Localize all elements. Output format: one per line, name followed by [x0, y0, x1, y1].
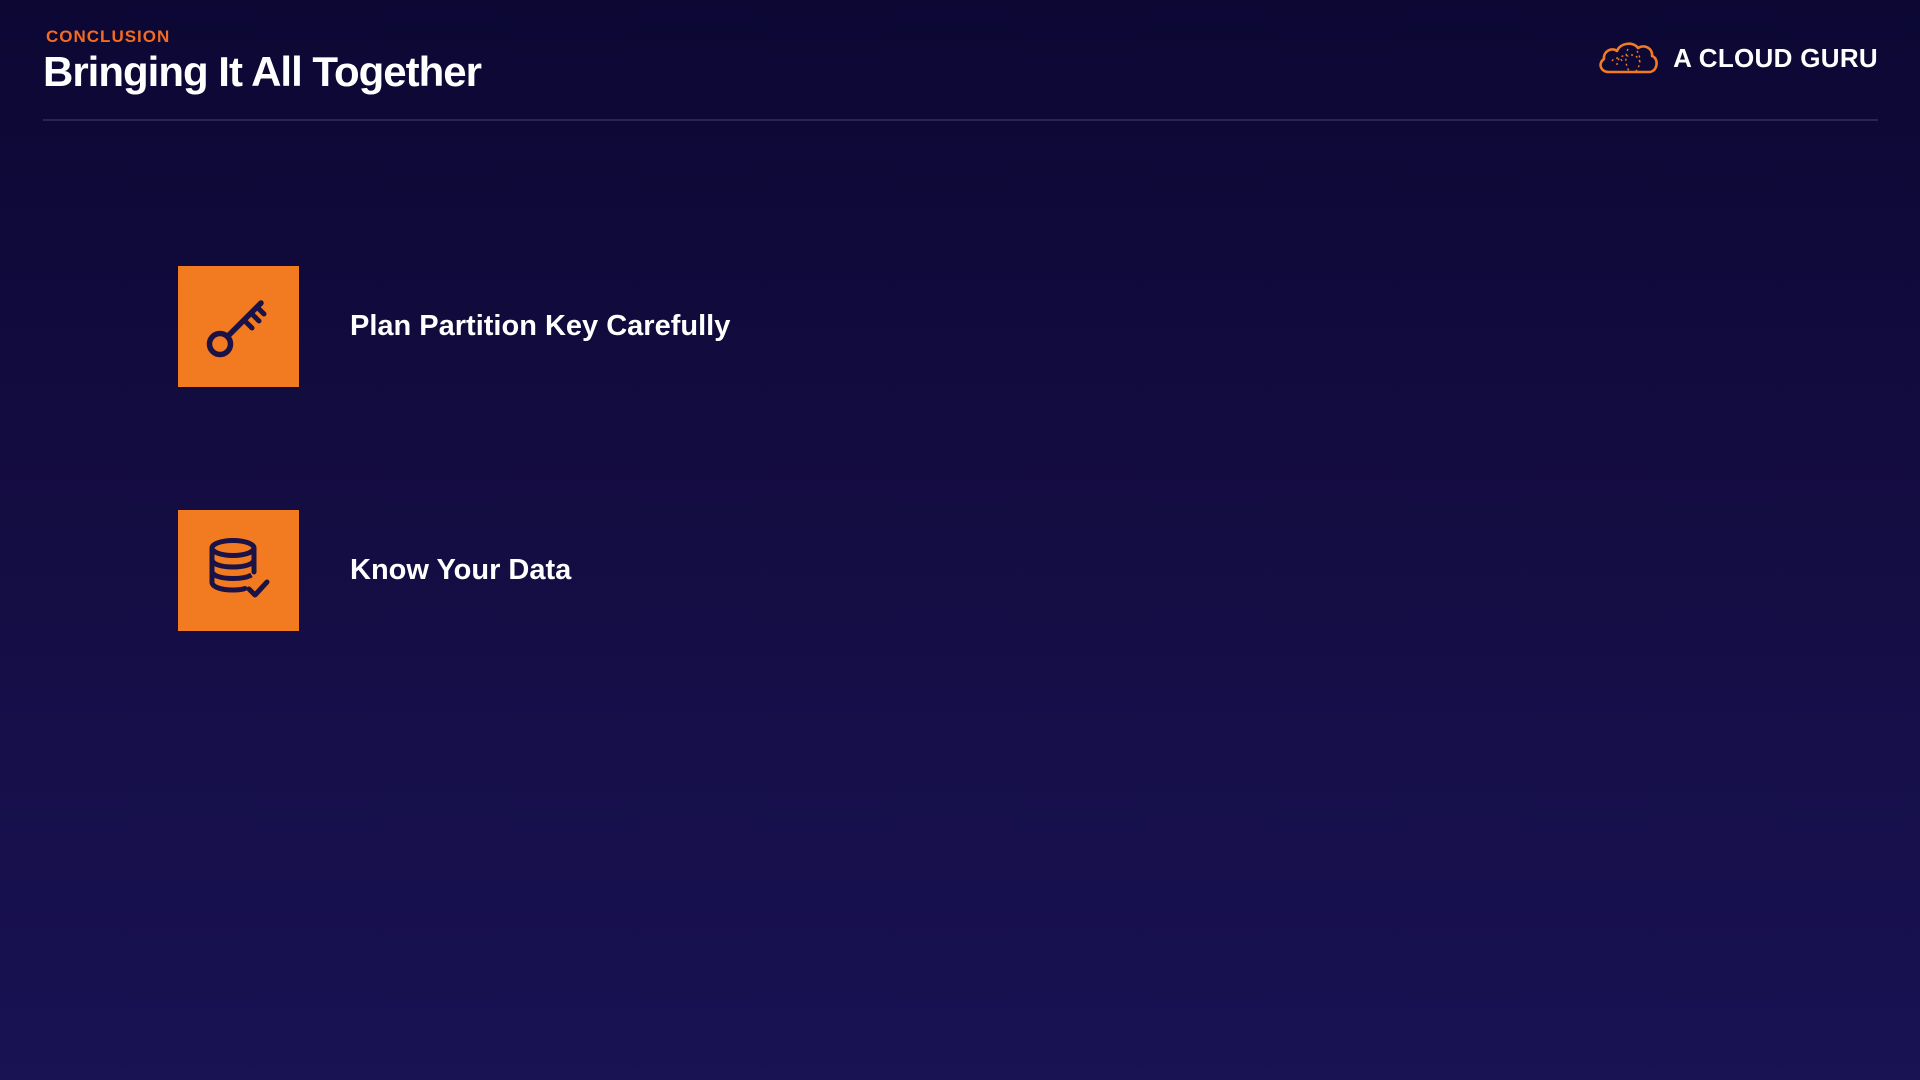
icon-tile: [178, 510, 299, 631]
item-label: Plan Partition Key Carefully: [350, 310, 731, 342]
section-label: CONCLUSION: [46, 27, 171, 46]
slide: CONCLUSION Bringing It All Together A CL…: [0, 0, 1920, 1080]
slide-title: Bringing It All Together: [43, 48, 482, 95]
list-item-partition-key: Plan Partition Key Carefully: [178, 266, 730, 387]
key-icon: [206, 299, 266, 357]
list-item-know-data: Know Your Data: [178, 510, 571, 631]
icon-tile: [178, 266, 299, 387]
item-label: Know Your Data: [350, 554, 572, 586]
database-check-icon: [209, 537, 269, 597]
brand: A CLOUD GURU: [1595, 36, 1878, 80]
header-divider: [43, 119, 1878, 121]
cloud-logo-icon: [1599, 42, 1658, 74]
brand-name: A CLOUD GURU: [1673, 42, 1878, 73]
